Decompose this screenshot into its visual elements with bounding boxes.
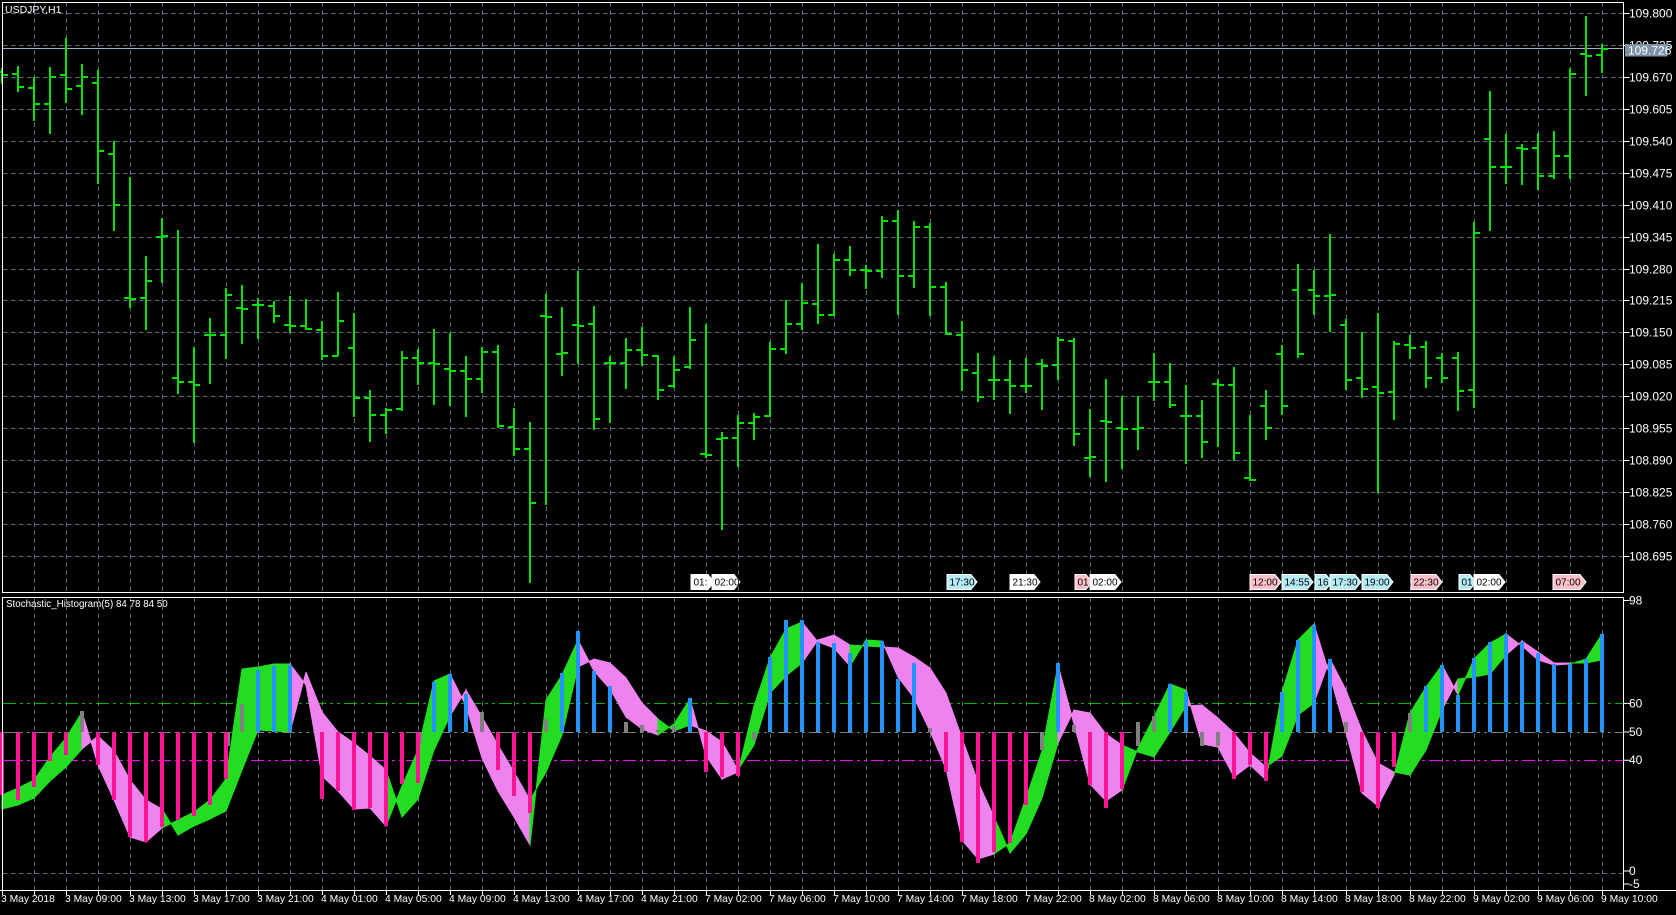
svg-text:98: 98 xyxy=(1629,594,1643,608)
svg-text:8 May 18:00: 8 May 18:00 xyxy=(1345,894,1402,905)
svg-text:109.020: 109.020 xyxy=(1629,390,1673,404)
svg-text:109.085: 109.085 xyxy=(1629,358,1673,372)
svg-text:109.475: 109.475 xyxy=(1629,167,1673,181)
svg-text:02:00: 02:00 xyxy=(715,578,740,589)
svg-text:17:30: 17:30 xyxy=(1333,578,1358,589)
svg-text:109.280: 109.280 xyxy=(1629,263,1673,277)
svg-text:9 May 02:00: 9 May 02:00 xyxy=(1473,894,1530,905)
svg-text:108.890: 108.890 xyxy=(1629,454,1673,468)
svg-text:109.150: 109.150 xyxy=(1629,326,1673,340)
svg-text:7 May 14:00: 7 May 14:00 xyxy=(897,894,954,905)
svg-text:3 May 13:00: 3 May 13:00 xyxy=(129,894,186,905)
svg-text:19:00: 19:00 xyxy=(1365,578,1390,589)
svg-text:108.760: 108.760 xyxy=(1629,518,1673,532)
svg-text:109.800: 109.800 xyxy=(1629,7,1673,21)
svg-text:02:00: 02:00 xyxy=(1093,578,1118,589)
svg-text:108.695: 108.695 xyxy=(1629,550,1673,564)
svg-text:9 May 06:00: 9 May 06:00 xyxy=(1537,894,1594,905)
svg-text:8 May 10:00: 8 May 10:00 xyxy=(1217,894,1274,905)
svg-text:60: 60 xyxy=(1629,696,1643,710)
svg-text:4 May 13:00: 4 May 13:00 xyxy=(513,894,570,905)
svg-text:Stochastic_Histogram(5) 84 78: Stochastic_Histogram(5) 84 78 84 50 xyxy=(6,599,168,610)
svg-text:109.670: 109.670 xyxy=(1629,71,1673,85)
svg-text:7 May 10:00: 7 May 10:00 xyxy=(833,894,890,905)
svg-text:109.345: 109.345 xyxy=(1629,231,1673,245)
svg-text:4 May 01:00: 4 May 01:00 xyxy=(321,894,378,905)
svg-text:14:55: 14:55 xyxy=(1285,578,1310,589)
svg-text:108.955: 108.955 xyxy=(1629,422,1673,436)
svg-text:21:30: 21:30 xyxy=(1013,578,1038,589)
svg-text:02:00: 02:00 xyxy=(1477,578,1502,589)
svg-text:8 May 22:00: 8 May 22:00 xyxy=(1409,894,1466,905)
svg-text:3 May 17:00: 3 May 17:00 xyxy=(193,894,250,905)
svg-text:50: 50 xyxy=(1629,725,1643,739)
svg-text:7 May 02:00: 7 May 02:00 xyxy=(705,894,762,905)
svg-text:4 May 21:00: 4 May 21:00 xyxy=(641,894,698,905)
svg-text:16:: 16: xyxy=(1318,578,1332,589)
svg-text:4 May 09:00: 4 May 09:00 xyxy=(449,894,506,905)
svg-text:7 May 18:00: 7 May 18:00 xyxy=(961,894,1018,905)
svg-text:109.605: 109.605 xyxy=(1629,103,1673,117)
svg-text:17:30: 17:30 xyxy=(950,578,975,589)
svg-text:109.726: 109.726 xyxy=(1628,44,1672,58)
svg-text:01:: 01: xyxy=(1078,578,1092,589)
svg-text:8 May 02:00: 8 May 02:00 xyxy=(1089,894,1146,905)
svg-text:9 May 10:00: 9 May 10:00 xyxy=(1601,894,1658,905)
svg-text:01:: 01: xyxy=(694,578,708,589)
svg-text:USDJPY,H1: USDJPY,H1 xyxy=(5,4,62,16)
svg-text:3 May 2018: 3 May 2018 xyxy=(1,894,55,905)
svg-text:-5: -5 xyxy=(1629,877,1640,891)
svg-text:01:: 01: xyxy=(1462,578,1476,589)
svg-text:22:30: 22:30 xyxy=(1414,578,1439,589)
svg-text:109.215: 109.215 xyxy=(1629,294,1673,308)
svg-text:3 May 09:00: 3 May 09:00 xyxy=(65,894,122,905)
svg-text:12:00: 12:00 xyxy=(1253,578,1278,589)
svg-text:108.825: 108.825 xyxy=(1629,486,1673,500)
svg-text:7 May 22:00: 7 May 22:00 xyxy=(1025,894,1082,905)
svg-text:3 May 21:00: 3 May 21:00 xyxy=(257,894,314,905)
svg-text:109.540: 109.540 xyxy=(1629,135,1673,149)
svg-text:0: 0 xyxy=(1629,864,1636,878)
svg-text:8 May 06:00: 8 May 06:00 xyxy=(1153,894,1210,905)
svg-text:07:00: 07:00 xyxy=(1556,578,1581,589)
svg-text:8 May 14:00: 8 May 14:00 xyxy=(1281,894,1338,905)
svg-text:4 May 17:00: 4 May 17:00 xyxy=(577,894,634,905)
svg-text:7 May 06:00: 7 May 06:00 xyxy=(769,894,826,905)
svg-text:40: 40 xyxy=(1629,753,1643,767)
svg-text:109.410: 109.410 xyxy=(1629,199,1673,213)
svg-text:4 May 05:00: 4 May 05:00 xyxy=(385,894,442,905)
